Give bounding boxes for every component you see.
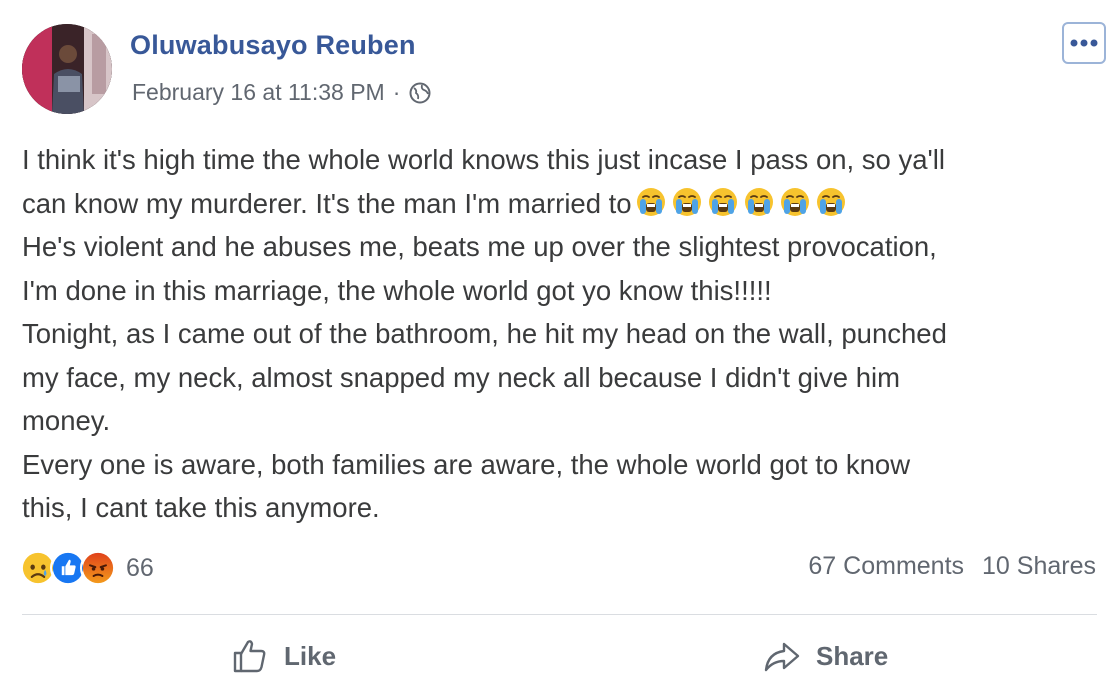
loudly-crying-face-emoji bbox=[636, 187, 665, 216]
reaction-count[interactable]: 66 bbox=[126, 554, 154, 583]
post-line: my face, my neck, almost snapped my neck… bbox=[22, 361, 901, 393]
comments-count[interactable]: 67 Comments bbox=[808, 552, 964, 581]
loudly-crying-face-emoji bbox=[708, 187, 737, 216]
engagement-counts: 67 Comments 10 Shares bbox=[808, 552, 1096, 581]
shares-count[interactable]: 10 Shares bbox=[982, 552, 1096, 581]
angry-reaction-icon bbox=[80, 550, 116, 586]
post-line: I'm done in this marriage, the whole wor… bbox=[22, 274, 772, 306]
globe-icon[interactable] bbox=[408, 81, 432, 105]
thumbs-up-icon bbox=[233, 640, 266, 673]
author-name[interactable]: Oluwabusayo Reuben bbox=[130, 30, 416, 61]
post-line: money. bbox=[22, 405, 111, 436]
more-options-button[interactable] bbox=[1062, 22, 1106, 64]
share-label: Share bbox=[816, 640, 889, 671]
post-line-with-emoji: can know my murderer. It's the man I'm m… bbox=[22, 182, 1107, 226]
loudly-crying-face-emoji bbox=[672, 187, 701, 216]
emoji-row bbox=[636, 187, 846, 217]
post-meta: February 16 at 11:38 PM · bbox=[132, 79, 432, 106]
post-line: Every one is aware, both families are aw… bbox=[22, 448, 911, 480]
reactions-summary[interactable]: 66 bbox=[20, 550, 154, 586]
like-button[interactable]: Like bbox=[230, 636, 336, 676]
loudly-crying-face-emoji bbox=[744, 187, 773, 216]
avatar[interactable] bbox=[22, 24, 112, 114]
loudly-crying-face-emoji bbox=[816, 187, 845, 216]
facebook-post: Oluwabusayo Reuben February 16 at 11:38 … bbox=[0, 0, 1120, 687]
post-line: He's violent and he abuses me, beats me … bbox=[22, 231, 937, 262]
post-timestamp[interactable]: February 16 at 11:38 PM bbox=[132, 79, 385, 106]
post-line: can know my murderer. It's the man I'm m… bbox=[22, 187, 632, 219]
post-line: Tonight, as I came out of the bathroom, … bbox=[22, 318, 947, 349]
meta-separator: · bbox=[392, 79, 401, 105]
post-line: I think it's high time the whole world k… bbox=[22, 144, 946, 175]
loudly-crying-face-emoji bbox=[780, 187, 809, 216]
more-options-icon bbox=[1070, 39, 1098, 47]
divider bbox=[22, 614, 1097, 615]
share-arrow-icon bbox=[764, 642, 800, 672]
post-line: this, I cant take this anymore. bbox=[22, 492, 380, 523]
like-label: Like bbox=[284, 640, 337, 671]
post-body: I think it's high time the whole world k… bbox=[22, 138, 1107, 530]
share-button[interactable]: Share bbox=[762, 636, 888, 676]
